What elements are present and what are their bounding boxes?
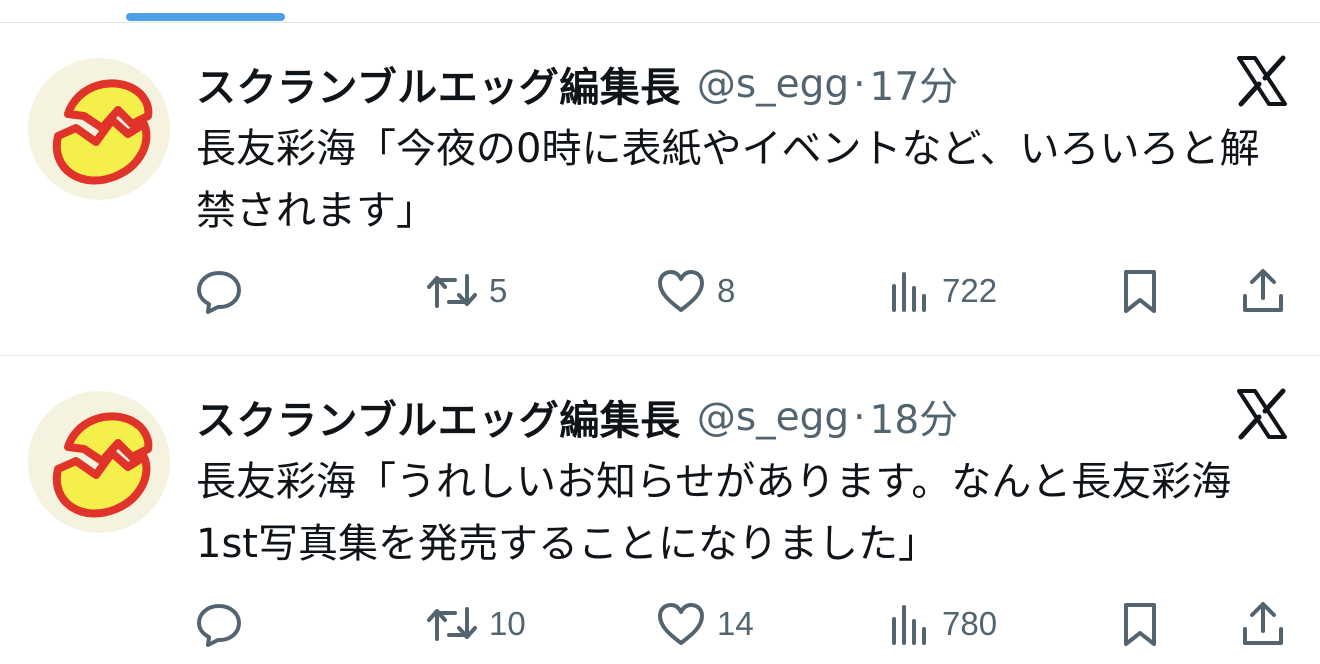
like-button[interactable]: 8 <box>655 262 735 320</box>
avatar[interactable] <box>28 391 170 533</box>
heart-icon <box>655 266 707 316</box>
author-handle[interactable]: @s_egg <box>697 62 849 107</box>
retweet-button[interactable]: 5 <box>425 262 507 320</box>
retweet-button[interactable]: 10 <box>425 595 526 653</box>
avatar[interactable] <box>28 58 170 200</box>
heart-icon <box>655 599 707 649</box>
active-tab-indicator <box>126 13 285 21</box>
views-button[interactable]: 780 <box>888 595 997 653</box>
like-count: 8 <box>717 272 736 309</box>
tweet-time[interactable]: 18分 <box>870 389 959 445</box>
share-button[interactable] <box>1240 595 1286 653</box>
tweet-text: 長友彩海「うれしいお知らせがあります。なんと長友彩海1st写真集を発売することに… <box>196 459 1232 567</box>
bookmark-button[interactable] <box>1118 262 1162 320</box>
tweet-time[interactable]: 17分 <box>870 56 959 112</box>
views-icon <box>888 266 932 316</box>
x-logo-icon <box>1235 387 1289 441</box>
reply-icon <box>194 266 244 316</box>
retweet-count: 10 <box>489 605 526 642</box>
bookmark-button[interactable] <box>1118 595 1162 653</box>
share-icon <box>1240 599 1286 649</box>
tweet-divider <box>0 355 1320 356</box>
x-logo-icon <box>1235 54 1289 108</box>
like-count: 14 <box>717 605 754 642</box>
views-button[interactable]: 722 <box>888 262 997 320</box>
separator-dot: · <box>853 394 866 440</box>
author-name[interactable]: スクランブルエッグ編集長 <box>196 55 681 113</box>
like-button[interactable]: 14 <box>655 595 754 653</box>
retweet-icon <box>425 266 479 316</box>
author-name[interactable]: スクランブルエッグ編集長 <box>196 388 681 446</box>
retweet-icon <box>425 599 479 649</box>
tweet-actions: 10 14 780 <box>0 595 1320 653</box>
views-count: 722 <box>942 272 998 309</box>
tweet-actions: 5 8 722 <box>0 262 1320 320</box>
separator-dot: · <box>853 61 866 107</box>
top-divider <box>0 22 1320 23</box>
bookmark-icon <box>1118 266 1162 316</box>
author-handle[interactable]: @s_egg <box>697 395 849 440</box>
reply-button[interactable] <box>194 595 244 653</box>
share-button[interactable] <box>1240 262 1286 320</box>
views-icon <box>888 599 932 649</box>
tweet-text: 長友彩海「今夜の0時に表紙やイベントなど、いろいろと解禁されます」 <box>196 126 1260 234</box>
tweet-header: スクランブルエッグ編集長 @s_egg · 18分 <box>196 389 958 445</box>
retweet-count: 5 <box>489 272 508 309</box>
reply-icon <box>194 599 244 649</box>
share-icon <box>1240 266 1286 316</box>
tweet-header: スクランブルエッグ編集長 @s_egg · 17分 <box>196 56 958 112</box>
bookmark-icon <box>1118 599 1162 649</box>
reply-button[interactable] <box>194 262 244 320</box>
views-count: 780 <box>942 605 998 642</box>
